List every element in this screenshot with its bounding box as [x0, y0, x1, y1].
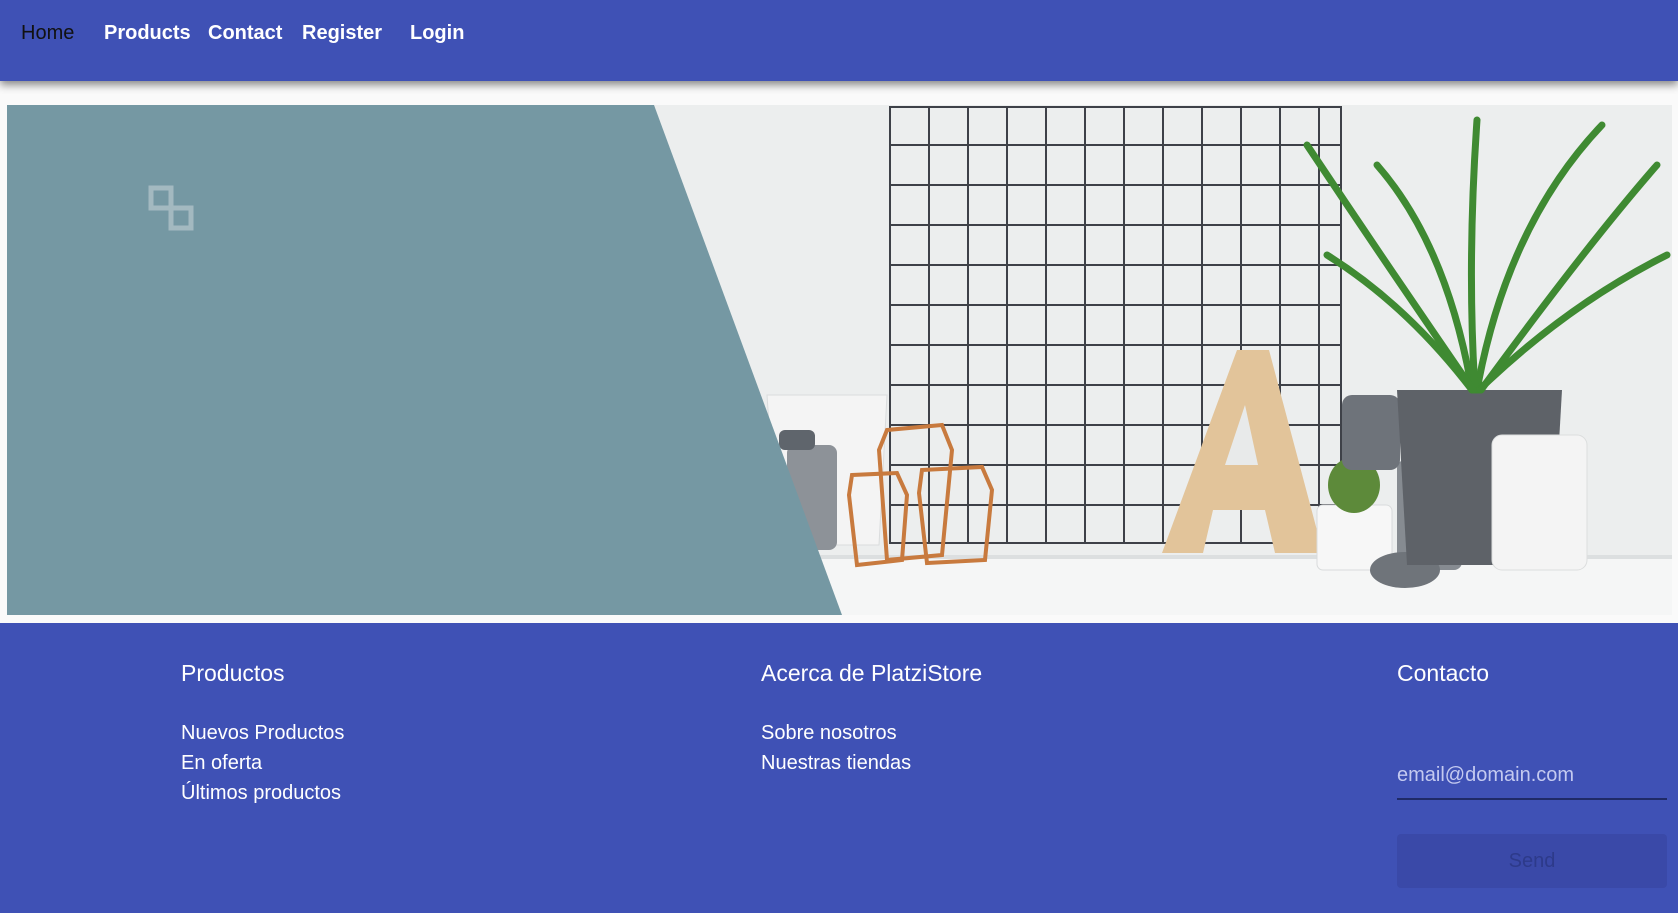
footer-contact-title: Contacto — [1397, 660, 1490, 686]
send-button[interactable]: Send — [1397, 834, 1667, 888]
nav-products-link[interactable]: Products — [104, 20, 191, 46]
footer-about-title: Acerca de PlatziStore — [761, 660, 983, 686]
footer-link-on-sale[interactable]: En oferta — [181, 750, 262, 776]
nav-contact-link[interactable]: Contact — [208, 20, 282, 46]
top-toolbar: Home Products Contact Register Login — [0, 0, 1678, 81]
email-field-wrapper — [1397, 756, 1667, 800]
hero-image — [7, 105, 1672, 615]
nav-home-link[interactable]: Home — [21, 20, 74, 46]
site-footer: Productos Nuevos Productos En oferta Últ… — [0, 623, 1678, 913]
footer-link-latest-products[interactable]: Últimos productos — [181, 780, 341, 806]
nav-login-link[interactable]: Login — [410, 20, 464, 46]
hero-banner — [7, 105, 1672, 615]
nav-register-link[interactable]: Register — [302, 20, 382, 46]
footer-link-about-us[interactable]: Sobre nosotros — [761, 720, 897, 746]
footer-link-our-stores[interactable]: Nuestras tiendas — [761, 750, 911, 776]
footer-products-title: Productos — [181, 660, 285, 686]
email-input[interactable] — [1397, 760, 1667, 790]
footer-link-new-products[interactable]: Nuevos Productos — [181, 720, 344, 746]
